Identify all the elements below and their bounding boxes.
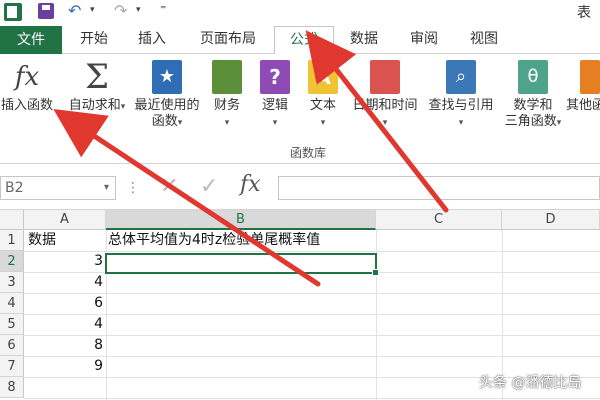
cell-a4[interactable]: 6 bbox=[26, 293, 106, 314]
row-header-7[interactable]: 7 bbox=[0, 356, 24, 377]
insert-function-fx-icon[interactable]: fx bbox=[240, 172, 261, 197]
math-trig-dropdown-icon: ▾ bbox=[556, 118, 562, 128]
recently-used-icon: ★ bbox=[152, 60, 182, 94]
lookup-reference-button[interactable]: ⌕ 查找与引用 ▾ bbox=[424, 60, 498, 144]
lookup-reference-icon: ⌕ bbox=[446, 60, 476, 94]
recently-used-label: 最近使用的 bbox=[134, 98, 200, 113]
date-time-label: 日期和时间 bbox=[352, 98, 418, 113]
logical-dropdown-icon: ▾ bbox=[272, 118, 278, 128]
tab-page-layout[interactable]: 页面布局 bbox=[190, 26, 266, 54]
formula-bar-grip-icon: ⋮ bbox=[126, 180, 140, 196]
undo-icon[interactable]: ↶ bbox=[68, 1, 81, 20]
autosum-label: 自动求和 bbox=[68, 98, 121, 113]
more-functions-label: 其他函 bbox=[566, 98, 600, 113]
lookup-reference-label: 查找与引用 bbox=[428, 98, 494, 113]
logical-button[interactable]: ? 逻辑 ▾ bbox=[254, 60, 296, 144]
quick-access-toolbar: ↶ ▾ ↷ ▾ ⁼ 表 bbox=[0, 0, 600, 24]
cell-a3[interactable]: 4 bbox=[26, 272, 106, 293]
text-icon: A bbox=[308, 60, 338, 94]
autosum-dropdown-icon: ▾ bbox=[120, 102, 126, 112]
window-title: 表 bbox=[577, 5, 591, 21]
formulas-ribbon: fx 插入函数 Σ 自动求和▾ ★ 最近使用的 函数▾ 财务 ▾ ? 逻辑 ▾ … bbox=[0, 54, 600, 164]
name-box-value: B2 bbox=[5, 180, 24, 196]
lookup-reference-dropdown-icon: ▾ bbox=[458, 118, 464, 128]
insert-function-button[interactable]: fx 插入函数 bbox=[0, 60, 58, 144]
more-functions-button[interactable]: 其他函 bbox=[566, 60, 600, 144]
row-header-3[interactable]: 3 bbox=[0, 272, 24, 293]
cell-a6[interactable]: 8 bbox=[26, 335, 106, 356]
row-gridline bbox=[24, 398, 600, 399]
row-header-5[interactable]: 5 bbox=[0, 314, 24, 335]
math-trig-label: 数学和 bbox=[513, 98, 553, 113]
enter-entry-icon[interactable]: ✓ bbox=[200, 174, 218, 199]
column-header-b[interactable]: B bbox=[106, 210, 376, 230]
name-box[interactable]: B2 ▾ bbox=[0, 176, 116, 200]
more-functions-icon bbox=[580, 60, 600, 94]
cell-b1[interactable]: 总体平均值为4时z检验单尾概率值 bbox=[108, 230, 376, 251]
tab-view[interactable]: 视图 bbox=[460, 26, 508, 54]
math-trig-icon: θ bbox=[518, 60, 548, 94]
ribbon-tabs: 文件 开始 插入 页面布局 公式 数据 审阅 视图 bbox=[0, 24, 600, 55]
insert-function-icon: fx bbox=[14, 62, 40, 92]
select-all-corner[interactable] bbox=[0, 210, 24, 230]
redo-icon[interactable]: ↷ bbox=[114, 1, 127, 20]
autosum-button[interactable]: Σ 自动求和▾ bbox=[66, 60, 128, 144]
row-header-2[interactable]: 2 bbox=[0, 251, 24, 272]
row-header-1[interactable]: 1 bbox=[0, 230, 24, 251]
column-header-a[interactable]: A bbox=[24, 210, 106, 230]
row-gridline bbox=[24, 251, 600, 252]
cell-a2[interactable]: 3 bbox=[26, 251, 106, 272]
cell-a1[interactable]: 数据 bbox=[28, 230, 104, 251]
cancel-entry-icon[interactable]: ✕ bbox=[160, 174, 178, 199]
row-header-8[interactable]: 8 bbox=[0, 377, 24, 398]
formula-bar: B2 ▾ ⋮ ✕ ✓ fx bbox=[0, 164, 600, 210]
column-header-d[interactable]: D bbox=[502, 210, 600, 230]
financial-button[interactable]: 财务 ▾ bbox=[206, 60, 248, 144]
undo-dropdown-icon[interactable]: ▾ bbox=[90, 5, 95, 15]
text-button[interactable]: A 文本 ▾ bbox=[302, 60, 344, 144]
financial-dropdown-icon: ▾ bbox=[224, 118, 230, 128]
financial-icon bbox=[212, 60, 242, 94]
save-icon[interactable] bbox=[38, 3, 54, 19]
recently-used-button[interactable]: ★ 最近使用的 函数▾ bbox=[132, 60, 202, 144]
tab-insert[interactable]: 插入 bbox=[128, 26, 176, 54]
tab-formulas[interactable]: 公式 bbox=[274, 26, 334, 55]
name-box-dropdown-icon[interactable]: ▾ bbox=[104, 177, 109, 199]
math-trig-button[interactable]: θ 数学和 三角函数▾ bbox=[502, 60, 564, 144]
text-dropdown-icon: ▾ bbox=[320, 118, 326, 128]
row-gridline bbox=[24, 335, 600, 336]
financial-label: 财务 bbox=[213, 98, 240, 113]
function-library-group-label: 函数库 bbox=[290, 146, 327, 160]
tab-file[interactable]: 文件 bbox=[0, 26, 62, 54]
tab-data[interactable]: 数据 bbox=[340, 26, 388, 54]
date-time-icon bbox=[370, 60, 400, 94]
row-gridline bbox=[24, 356, 600, 357]
recently-used-label2: 函数 bbox=[151, 114, 178, 129]
cell-a5[interactable]: 4 bbox=[26, 314, 106, 335]
math-trig-label2: 三角函数 bbox=[504, 114, 557, 129]
row-header-4[interactable]: 4 bbox=[0, 293, 24, 314]
formula-input[interactable] bbox=[278, 176, 600, 200]
logical-label: 逻辑 bbox=[261, 98, 288, 113]
active-cell-b2[interactable] bbox=[105, 253, 379, 276]
watermark: 头条 @潘德比岛 bbox=[479, 375, 582, 391]
row-gridline bbox=[24, 314, 600, 315]
text-label: 文本 bbox=[309, 98, 336, 113]
row-header-6[interactable]: 6 bbox=[0, 335, 24, 356]
date-time-button[interactable]: 日期和时间 ▾ bbox=[348, 60, 422, 144]
recently-used-dropdown-icon: ▾ bbox=[177, 118, 183, 128]
redo-dropdown-icon[interactable]: ▾ bbox=[136, 5, 141, 15]
excel-logo-icon bbox=[4, 3, 22, 21]
tab-home[interactable]: 开始 bbox=[70, 26, 118, 54]
logical-icon: ? bbox=[260, 60, 290, 94]
insert-function-label: 插入函数 bbox=[0, 98, 53, 113]
tab-review[interactable]: 审阅 bbox=[400, 26, 448, 54]
column-header-c[interactable]: C bbox=[376, 210, 502, 230]
row-gridline bbox=[24, 293, 600, 294]
customize-toolbar-icon[interactable]: ⁼ bbox=[160, 2, 166, 16]
cell-a7[interactable]: 9 bbox=[26, 356, 106, 377]
autosum-icon: Σ bbox=[84, 57, 110, 97]
date-time-dropdown-icon: ▾ bbox=[382, 118, 388, 128]
